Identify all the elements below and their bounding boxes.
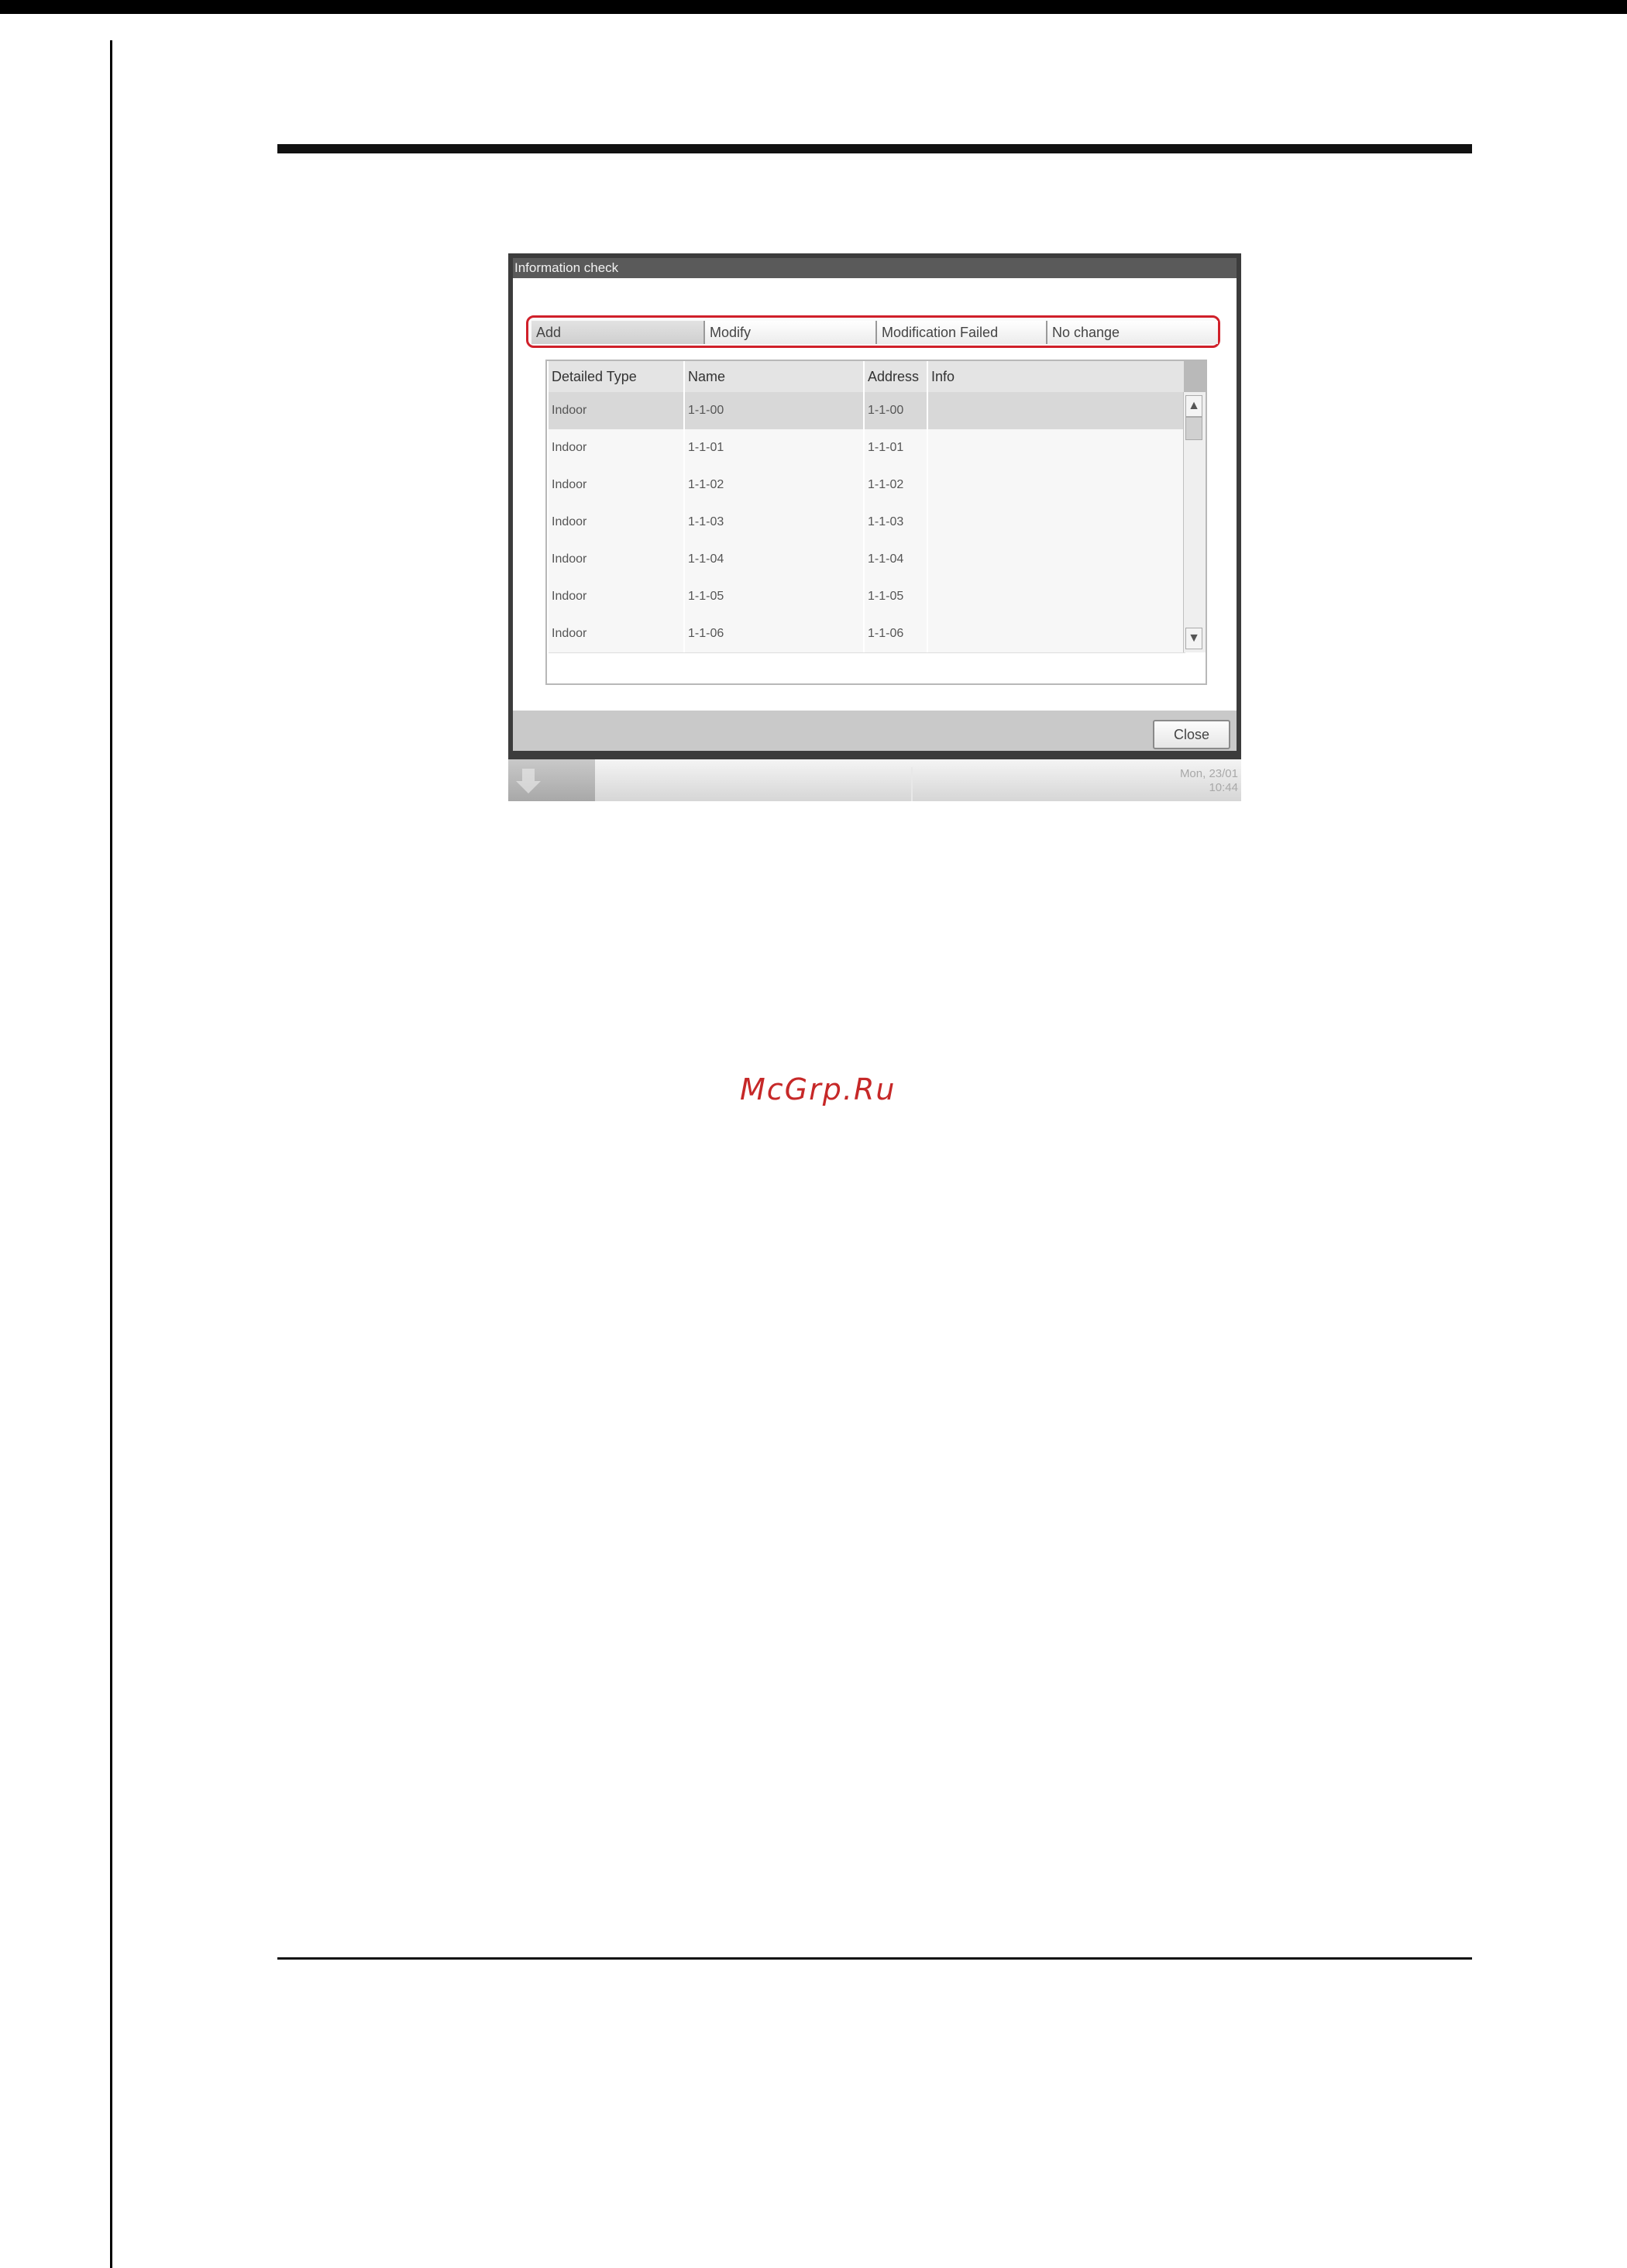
clock-time: 10:44 [1209, 781, 1238, 794]
window-body: Add Modify Modification Failed No change… [513, 278, 1237, 734]
table-row[interactable]: Indoor 1-1-05 1-1-05 [549, 578, 1185, 616]
info-table: Detailed Type Name Address Info Indoor 1… [545, 360, 1207, 685]
page-top-bar [0, 0, 1627, 14]
cell-info [927, 541, 1164, 578]
cell-detailed-type: Indoor [552, 552, 587, 566]
cell-address: 1-1-02 [863, 466, 927, 504]
scroll-up-icon[interactable]: ▲ [1185, 395, 1202, 417]
clock-date: Mon, 23/01 [1179, 767, 1238, 780]
column-header-info[interactable]: Info [927, 361, 1185, 392]
table-row[interactable]: Indoor 1-1-01 1-1-01 [549, 429, 1185, 467]
table-row[interactable]: Indoor 1-1-02 1-1-02 [549, 466, 1185, 504]
cell-name: 1-1-06 [683, 615, 863, 652]
scrollbar-header [1184, 361, 1206, 392]
taskbar: Mon, 23/01 10:44 [508, 759, 1241, 801]
cell-info [927, 578, 1164, 615]
down-arrow-icon [516, 769, 541, 793]
cell-address: 1-1-00 [863, 392, 927, 429]
tab-modify[interactable]: Modify [703, 321, 875, 344]
cell-detailed-type: Indoor [552, 515, 587, 528]
window-footer: Close [513, 711, 1237, 751]
section-header-rule [277, 144, 1472, 153]
cell-info [927, 466, 1164, 504]
cell-name: 1-1-03 [683, 504, 863, 541]
scroll-down-icon[interactable]: ▼ [1185, 628, 1202, 649]
table-row[interactable]: Indoor 1-1-00 1-1-00 [549, 392, 1185, 430]
cell-name: 1-1-01 [683, 429, 863, 466]
cell-name: 1-1-05 [683, 578, 863, 615]
cell-address: 1-1-05 [863, 578, 927, 615]
cell-name: 1-1-02 [683, 466, 863, 504]
close-button[interactable]: Close [1153, 720, 1230, 749]
window-title: Information check [513, 258, 1237, 278]
cell-name: 1-1-04 [683, 541, 863, 578]
tab-no-change[interactable]: No change [1046, 321, 1218, 344]
table-header: Detailed Type Name Address Info [549, 361, 1185, 392]
tab-add[interactable]: Add [531, 321, 703, 344]
column-header-address[interactable]: Address [863, 361, 927, 392]
cell-info [927, 392, 1164, 429]
cell-address: 1-1-01 [863, 429, 927, 466]
cell-address: 1-1-04 [863, 541, 927, 578]
cell-address: 1-1-03 [863, 504, 927, 541]
taskbar-clock: Mon, 23/01 10:44 [1180, 767, 1238, 795]
cell-detailed-type: Indoor [552, 441, 587, 454]
cell-detailed-type: Indoor [552, 478, 587, 491]
table-row[interactable]: Indoor 1-1-04 1-1-04 [549, 541, 1185, 579]
cell-address: 1-1-06 [863, 615, 927, 652]
section-footer-rule [277, 1957, 1472, 1960]
tab-bar: Add Modify Modification Failed No change [526, 315, 1220, 348]
column-header-name[interactable]: Name [683, 361, 863, 392]
table-row[interactable]: Indoor 1-1-03 1-1-03 [549, 504, 1185, 542]
cell-name: 1-1-00 [683, 392, 863, 429]
cell-detailed-type: Indoor [552, 590, 587, 603]
cell-info [927, 615, 1164, 652]
tab-modification-failed[interactable]: Modification Failed [875, 321, 1046, 344]
cell-info [927, 429, 1164, 466]
page-left-rule [110, 40, 112, 2268]
taskbar-divider [911, 767, 913, 801]
screenshot-figure: Information check Add Modify Modificatio… [508, 253, 1241, 801]
column-header-detailed-type[interactable]: Detailed Type [549, 361, 683, 392]
cell-detailed-type: Indoor [552, 404, 587, 417]
scroll-thumb[interactable] [1185, 417, 1202, 440]
watermark-text: McGrp.Ru [740, 1072, 896, 1106]
taskbar-menu-button[interactable] [508, 759, 595, 801]
cell-detailed-type: Indoor [552, 627, 587, 640]
table-row[interactable]: Indoor 1-1-06 1-1-06 [549, 615, 1185, 653]
cell-info [927, 504, 1164, 541]
table-scrollbar[interactable]: ▲ ▼ [1183, 392, 1206, 652]
